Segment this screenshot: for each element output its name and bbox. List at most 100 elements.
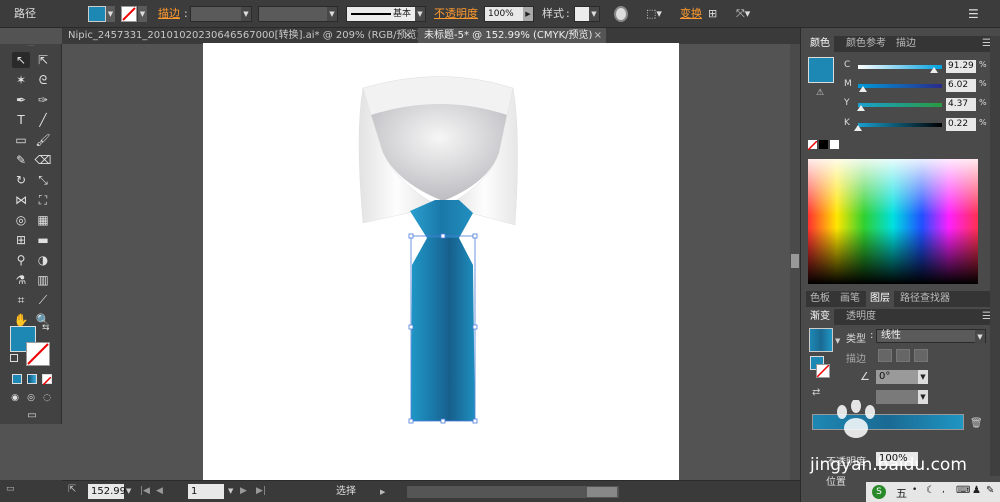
screen-mode-icon[interactable]: ▭ bbox=[22, 408, 42, 424]
horizontal-scroll-thumb[interactable] bbox=[587, 487, 617, 497]
paintbrush-tool-icon[interactable]: 🖌 bbox=[34, 132, 52, 148]
fill-color-button[interactable] bbox=[88, 6, 106, 22]
tab-gradient[interactable]: 渐变 bbox=[806, 309, 834, 325]
tab-document-1[interactable]: Nipic_2457331_20101020230646567000[转换].a… bbox=[62, 28, 420, 44]
panel-menu-icon[interactable]: ☰ bbox=[968, 6, 984, 22]
shape-builder-tool-icon[interactable]: ◎ bbox=[12, 212, 30, 228]
white-color-swatch[interactable] bbox=[830, 140, 839, 149]
chevron-down-icon[interactable]: ▼ bbox=[918, 370, 928, 384]
none-mode-icon[interactable] bbox=[42, 374, 52, 386]
tab-transparency[interactable]: 透明度 bbox=[842, 309, 880, 325]
column-graph-tool-icon[interactable]: ▥ bbox=[34, 272, 52, 288]
swap-fill-stroke-icon[interactable]: ⇆ bbox=[42, 323, 50, 333]
slider-thumb[interactable] bbox=[859, 86, 868, 92]
cyan-slider[interactable] bbox=[858, 65, 942, 69]
stroke-gradient-within-icon[interactable] bbox=[878, 349, 892, 362]
isolate-icon[interactable]: ⊞ bbox=[708, 6, 724, 22]
artboard-nav-icon[interactable]: ⇱ bbox=[68, 484, 76, 495]
magic-wand-tool-icon[interactable]: ✶ bbox=[12, 72, 30, 88]
stroke-color-button[interactable] bbox=[121, 6, 137, 22]
stroke-gradient-along-icon[interactable] bbox=[896, 349, 910, 362]
yellow-value[interactable]: 4.37 bbox=[946, 98, 976, 111]
brush-definition[interactable]: 基本 ▼ bbox=[346, 6, 426, 22]
ime-punct-icon[interactable]: • bbox=[912, 485, 917, 495]
artboard-number-field[interactable]: 1 bbox=[188, 484, 224, 499]
cyan-value[interactable]: 91.29 bbox=[946, 60, 976, 73]
default-colors-icon[interactable] bbox=[10, 354, 18, 362]
ime-comma-icon[interactable]: , bbox=[942, 485, 945, 495]
ime-user-icon[interactable]: ♟ bbox=[972, 485, 981, 496]
stroke-swatch[interactable] bbox=[26, 342, 50, 366]
slider-thumb[interactable] bbox=[854, 125, 862, 131]
vertical-scroll-thumb[interactable] bbox=[791, 254, 799, 268]
recolor-artwork-icon[interactable] bbox=[614, 6, 628, 22]
ime-keyboard-icon[interactable]: ⌨ bbox=[956, 485, 970, 496]
toolbox-grip[interactable]: ··· bbox=[20, 43, 42, 50]
artboard-dropdown[interactable]: ▼ bbox=[228, 484, 233, 499]
magenta-value[interactable]: 6.02 bbox=[946, 79, 976, 92]
first-artboard-icon[interactable]: |◀ bbox=[140, 484, 150, 499]
opacity-field[interactable]: 100% ▶ bbox=[484, 6, 534, 22]
variable-width-profile[interactable]: ▼ bbox=[258, 6, 338, 22]
eraser-tool-icon[interactable]: ⌫ bbox=[34, 152, 52, 168]
close-icon[interactable]: × bbox=[404, 28, 412, 44]
reverse-gradient-icon[interactable]: ⇄ bbox=[812, 387, 820, 398]
ime-mode-icon[interactable]: 五 bbox=[896, 485, 907, 501]
direct-selection-tool-icon[interactable]: ⇱ bbox=[34, 52, 52, 68]
ime-moon-icon[interactable]: ☾ bbox=[926, 485, 935, 496]
tab-swatches[interactable]: 色板 bbox=[806, 291, 834, 307]
rotate-tool-icon[interactable]: ↻ bbox=[12, 172, 30, 188]
last-artboard-icon[interactable]: ▶| bbox=[256, 484, 266, 499]
tab-layers[interactable]: 图层 bbox=[866, 291, 894, 307]
gradient-type-select[interactable]: 线性 ▼ bbox=[876, 329, 986, 344]
vertical-scrollbar[interactable] bbox=[790, 44, 800, 480]
none-color-swatch[interactable] bbox=[807, 140, 818, 151]
blend-tool-icon[interactable]: ◑ bbox=[34, 252, 52, 268]
aspect-ratio-field[interactable] bbox=[876, 390, 918, 404]
zoom-field[interactable]: 152.99 bbox=[88, 484, 126, 499]
chevron-down-icon[interactable]: ▼ bbox=[918, 390, 928, 404]
magenta-slider[interactable] bbox=[858, 84, 942, 88]
stroke-label[interactable]: 描边 bbox=[158, 6, 180, 22]
lasso-tool-icon[interactable]: ᘓ bbox=[34, 72, 52, 88]
free-transform-tool-icon[interactable]: ⛶ bbox=[34, 192, 52, 208]
artboard-tool-icon[interactable]: ⌗ bbox=[12, 292, 30, 308]
align-options-icon[interactable]: ⬚▾ bbox=[646, 6, 666, 22]
stroke-gradient-across-icon[interactable] bbox=[914, 349, 928, 362]
line-tool-icon[interactable]: ╱ bbox=[34, 112, 52, 128]
gradient-mode-icon[interactable] bbox=[27, 374, 37, 384]
perspective-grid-tool-icon[interactable]: ▦ bbox=[34, 212, 52, 228]
transform-link[interactable]: 变换 bbox=[680, 6, 702, 22]
screen-icon[interactable]: ▭ bbox=[6, 484, 22, 496]
fill-dropdown-arrow[interactable]: ▼ bbox=[106, 6, 115, 22]
tab-pathfinder[interactable]: 路径查找器 bbox=[896, 291, 954, 307]
tab-document-2[interactable]: 未标题-5* @ 152.99% (CMYK/预览) × bbox=[418, 28, 606, 44]
selection-tool-icon[interactable]: ↖ bbox=[12, 52, 30, 68]
gradient-slider[interactable] bbox=[812, 414, 964, 430]
tie-blade[interactable] bbox=[411, 238, 475, 421]
mesh-tool-icon[interactable]: ⊞ bbox=[12, 232, 30, 248]
tab-color-guide[interactable]: 颜色参考 bbox=[842, 36, 890, 52]
trash-icon[interactable]: 🗑 bbox=[970, 418, 983, 429]
gradient-preview-swatch[interactable] bbox=[809, 328, 833, 352]
stroke-dropdown-arrow[interactable]: ▼ bbox=[138, 6, 147, 22]
type-tool-icon[interactable]: T bbox=[12, 112, 30, 128]
next-artboard-icon[interactable]: ▶ bbox=[240, 484, 247, 499]
pen-tool-icon[interactable]: ✒ bbox=[12, 92, 30, 108]
width-tool-icon[interactable]: ⋈ bbox=[12, 192, 30, 208]
slider-thumb[interactable] bbox=[930, 67, 939, 73]
symbol-sprayer-tool-icon[interactable]: ⚗ bbox=[12, 272, 30, 288]
tab-brushes[interactable]: 画笔 bbox=[836, 291, 864, 307]
graphic-style-picker[interactable]: ▼ bbox=[574, 6, 600, 22]
opacity-label[interactable]: 不透明度 bbox=[434, 6, 478, 22]
panel-scrollbar[interactable] bbox=[990, 36, 1000, 476]
ime-settings-icon[interactable]: ✎ bbox=[986, 485, 994, 496]
black-slider[interactable] bbox=[858, 123, 942, 127]
prev-artboard-icon[interactable]: ◀ bbox=[156, 484, 163, 499]
tab-color[interactable]: 颜色 bbox=[806, 36, 834, 52]
color-mode-icon[interactable] bbox=[12, 374, 22, 384]
curvature-tool-icon[interactable]: ✑ bbox=[34, 92, 52, 108]
arrange-icon[interactable]: ⤧▾ bbox=[736, 6, 758, 22]
scale-tool-icon[interactable]: ⤡ bbox=[34, 172, 52, 188]
tab-stroke[interactable]: 描边 bbox=[892, 36, 920, 52]
